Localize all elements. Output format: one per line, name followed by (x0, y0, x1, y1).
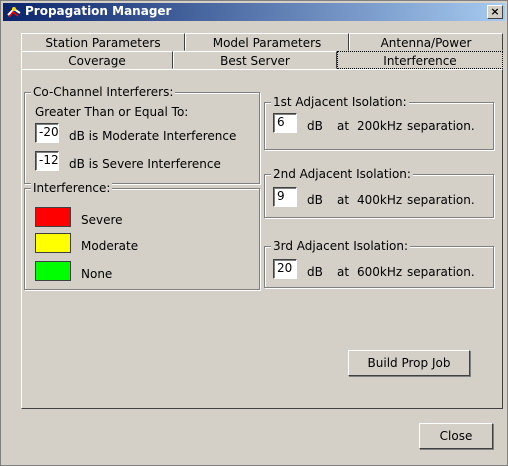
third-adjacent-db: dB (307, 265, 323, 279)
first-adjacent-title: 1st Adjacent Isolation: (271, 95, 409, 109)
propagation-app-icon (7, 7, 21, 18)
severe-threshold-input[interactable]: -12 (35, 151, 59, 171)
build-prop-job-button[interactable]: Build Prop Job (348, 350, 470, 376)
second-adjacent-title: 2nd Adjacent Isolation: (271, 167, 413, 181)
none-color-swatch[interactable] (35, 261, 71, 281)
interference-legend-group: Interference: Severe Moderate None (24, 181, 260, 290)
third-adjacent-freq: 600kHz (357, 265, 403, 279)
moderate-threshold-label: dB is Moderate Interference (69, 129, 237, 143)
moderate-threshold-input[interactable]: -20 (35, 123, 59, 143)
first-adjacent-at: at (337, 119, 350, 133)
first-adjacent-input[interactable]: 6 (273, 113, 297, 133)
interference-legend-title: Interference: (31, 181, 113, 195)
tab-coverage[interactable]: Coverage (21, 51, 173, 69)
third-adjacent-at: at (337, 265, 350, 279)
moderate-color-swatch[interactable] (35, 233, 71, 253)
severe-legend-label: Severe (81, 213, 123, 227)
second-adjacent-db: dB (307, 193, 323, 207)
co-channel-subtitle: Greater Than or Equal To: (35, 105, 189, 119)
interference-tab-panel: Co-Channel Interferers: Greater Than or … (21, 69, 503, 409)
tab-best-server[interactable]: Best Server (173, 51, 337, 69)
second-adjacent-group: 2nd Adjacent Isolation: 9 dB at 400kHz s… (264, 167, 494, 218)
tab-station-parameters[interactable]: Station Parameters (21, 33, 185, 51)
second-adjacent-input[interactable]: 9 (273, 187, 297, 207)
first-adjacent-db: dB (307, 119, 323, 133)
third-adjacent-input[interactable]: 20 (273, 259, 297, 279)
close-button[interactable]: Close (419, 423, 493, 449)
tab-interference[interactable]: Interference (337, 51, 503, 69)
first-adjacent-freq: 200kHz (357, 119, 403, 133)
co-channel-group: Co-Channel Interferers: Greater Than or … (24, 85, 260, 184)
third-adjacent-title: 3rd Adjacent Isolation: (271, 239, 411, 253)
second-adjacent-freq: 400kHz (357, 193, 403, 207)
close-icon[interactable]: × (487, 5, 503, 19)
second-adjacent-sep: separation. (407, 193, 475, 207)
third-adjacent-group: 3rd Adjacent Isolation: 20 dB at 600kHz … (264, 239, 494, 288)
propagation-manager-window: Propagation Manager × Station Parameters… (0, 0, 508, 466)
first-adjacent-sep: separation. (407, 119, 475, 133)
moderate-legend-label: Moderate (81, 239, 139, 253)
tab-antenna-power[interactable]: Antenna/Power (349, 33, 503, 51)
co-channel-title: Co-Channel Interferers: (31, 85, 176, 99)
third-adjacent-sep: separation. (407, 265, 475, 279)
severe-threshold-label: dB is Severe Interference (69, 157, 221, 171)
title-bar: Propagation Manager × (3, 3, 505, 21)
first-adjacent-group: 1st Adjacent Isolation: 6 dB at 200kHz s… (264, 95, 494, 150)
severe-color-swatch[interactable] (35, 207, 71, 227)
none-legend-label: None (81, 267, 113, 281)
window-title: Propagation Manager (25, 4, 172, 18)
tab-model-parameters[interactable]: Model Parameters (185, 33, 349, 51)
second-adjacent-at: at (337, 193, 350, 207)
